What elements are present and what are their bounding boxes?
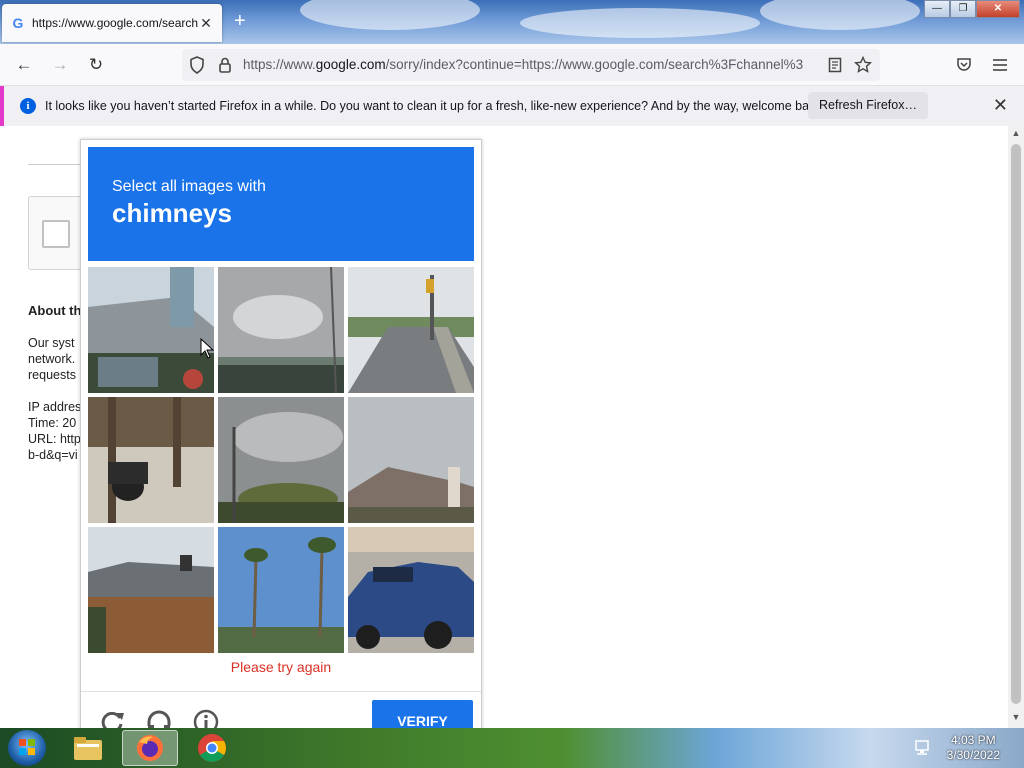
captcha-tile-house-with-chimney-2[interactable]	[348, 397, 474, 523]
captcha-error-message: Please try again	[230, 659, 332, 675]
captcha-challenge: Select all images with chimneys Please t…	[80, 139, 482, 740]
recaptcha-checkbox[interactable]	[42, 220, 70, 248]
new-tab-button[interactable]: +	[234, 10, 246, 33]
captcha-tile-cloudy-sky-overpass[interactable]	[218, 267, 344, 393]
network-icon[interactable]	[914, 738, 932, 756]
taskbar-firefox[interactable]	[122, 730, 178, 766]
page-text-line: Our syst	[28, 336, 75, 350]
captcha-tile-street-with-traffic-light[interactable]	[348, 267, 474, 393]
notification-close-icon[interactable]: ✕	[993, 95, 1008, 116]
page-text-line: b-d&q=vi	[28, 448, 78, 462]
window-close-button[interactable]: ✕	[976, 0, 1020, 18]
captcha-target: chimneys	[112, 198, 232, 228]
page-scrollbar[interactable]: ▲ ▼	[1008, 126, 1024, 728]
url-text[interactable]: https://www.google.com/sorry/index?conti…	[243, 49, 818, 81]
refresh-firefox-button[interactable]: Refresh Firefox…	[808, 92, 928, 119]
page-text-line: Time: 20	[28, 416, 77, 430]
tab-close-icon[interactable]: ✕	[198, 15, 214, 32]
captcha-tile-palm-trees[interactable]	[218, 527, 344, 653]
folder-icon	[74, 737, 102, 760]
system-clock[interactable]: 4:03 PM 3/30/2022	[947, 733, 1000, 763]
notification-message: It looks like you haven’t started Firefo…	[45, 99, 826, 113]
captcha-tile-house-with-chimney[interactable]	[88, 267, 214, 393]
sky-cloud	[520, 8, 760, 38]
captcha-header: Select all images with chimneys	[88, 147, 474, 261]
about-heading: About th	[28, 303, 82, 318]
url-bar[interactable]: https://www.google.com/sorry/index?conti…	[182, 49, 880, 81]
minimize-button[interactable]: —	[924, 0, 950, 18]
recaptcha-widget	[28, 196, 88, 270]
clock-time: 4:03 PM	[950, 733, 996, 747]
captcha-tile-motorcycle-on-sidewalk[interactable]	[88, 397, 214, 523]
firefox-icon	[137, 735, 163, 761]
lock-icon[interactable]	[214, 54, 236, 76]
chrome-icon	[198, 734, 226, 762]
window-titlebar: G https://www.google.com/search ✕ + — ❐ …	[0, 0, 1024, 44]
navigation-toolbar: ← → ↻ https://www.google.com/sorry/index…	[0, 44, 1024, 86]
page-text-line: IP addres	[28, 400, 82, 414]
window-controls: — ❐ ✕	[924, 0, 1020, 18]
captcha-tile-blue-pickup-truck[interactable]	[348, 527, 474, 653]
sky-cloud	[760, 0, 920, 30]
url-path: /sorry/index?continue=https://www.google…	[385, 57, 804, 72]
windows-taskbar: 4:03 PM 3/30/2022	[0, 728, 1024, 768]
google-favicon-icon: G	[12, 15, 24, 31]
scroll-down-icon[interactable]: ▼	[1008, 712, 1024, 722]
mouse-cursor-icon	[200, 338, 214, 359]
clock-date: 3/30/2022	[946, 748, 1000, 762]
start-button[interactable]	[8, 730, 46, 766]
url-domain: google.com	[315, 57, 386, 72]
captcha-tile-roof-with-chimney-fence[interactable]	[88, 527, 214, 653]
pocket-icon[interactable]	[951, 52, 977, 78]
tab-title: https://www.google.com/search	[32, 16, 198, 30]
sky-cloud	[300, 0, 480, 30]
captcha-image-grid	[88, 267, 474, 653]
scroll-up-icon[interactable]: ▲	[1008, 128, 1024, 138]
reader-view-icon[interactable]	[824, 54, 846, 76]
page-text-line: URL: http	[28, 432, 81, 446]
browser-tab[interactable]: G https://www.google.com/search ✕	[2, 4, 222, 42]
captcha-tile-cloudy-sky-trees[interactable]	[218, 397, 344, 523]
forward-button[interactable]: →	[47, 52, 73, 78]
refresh-notification-bar: i It looks like you haven’t started Fire…	[0, 86, 1024, 126]
page-text-line: requests	[28, 368, 76, 382]
divider	[28, 164, 88, 165]
reload-button[interactable]: ↻	[83, 52, 109, 78]
captcha-instruction: Select all images with	[112, 178, 266, 195]
page-text-line: network.	[28, 352, 76, 366]
star-icon[interactable]	[852, 54, 874, 76]
restore-button[interactable]: ❐	[950, 0, 976, 18]
shield-icon[interactable]	[186, 54, 208, 76]
scrollbar-thumb[interactable]	[1011, 144, 1021, 704]
url-prefix: https://www.	[243, 57, 316, 72]
info-icon: i	[20, 98, 36, 114]
back-button[interactable]: ←	[11, 52, 37, 78]
taskbar-chrome[interactable]	[184, 730, 240, 766]
hamburger-menu-icon[interactable]	[987, 52, 1013, 78]
taskbar-explorer[interactable]	[60, 730, 116, 766]
